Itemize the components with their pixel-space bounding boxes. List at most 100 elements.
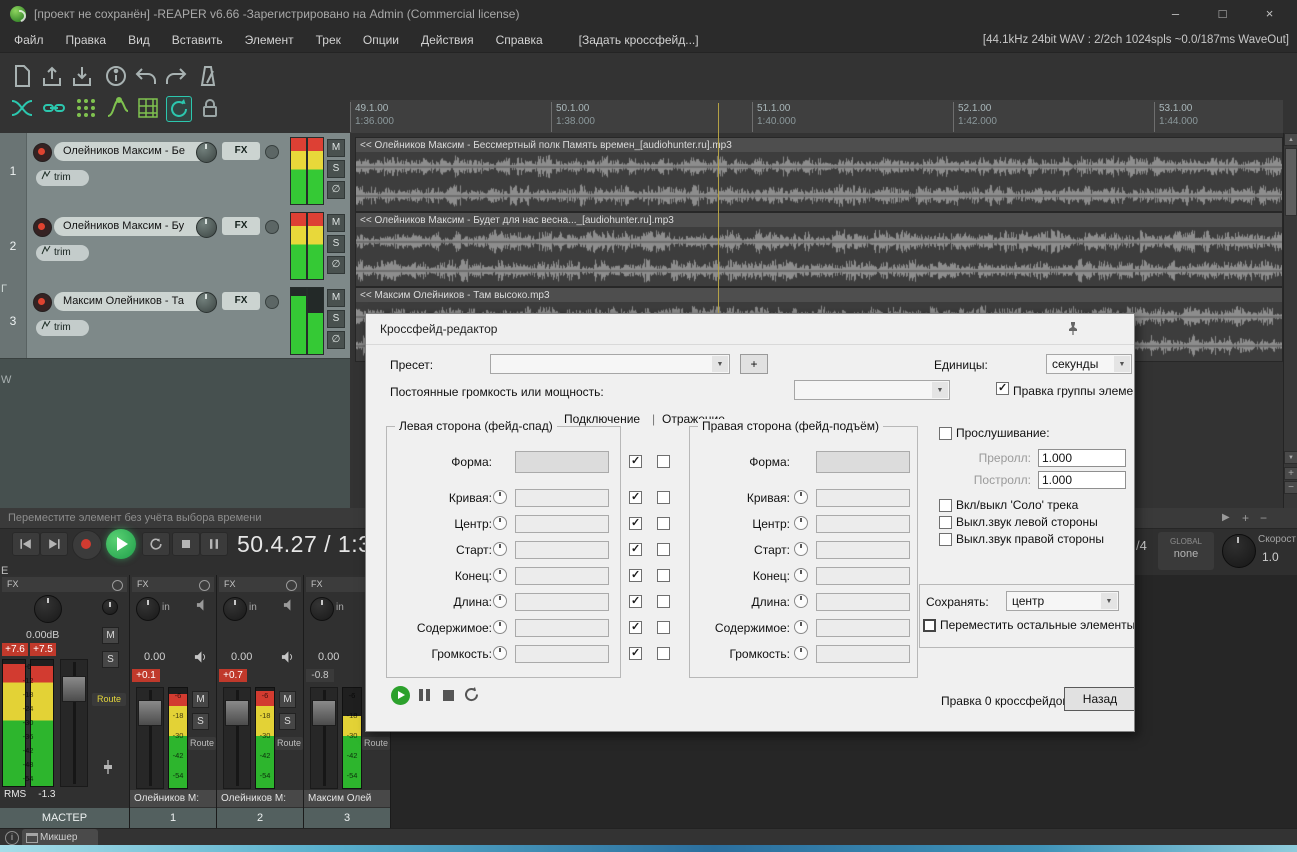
center-knob[interactable] [794,516,808,530]
solo-button[interactable]: S [327,310,345,328]
master-rms-readout[interactable]: RMS -1.3 [4,789,55,800]
new-project-icon[interactable] [10,64,34,88]
mute-button[interactable]: M [327,139,345,157]
volume-fader[interactable] [136,687,164,789]
scroll-down-icon[interactable] [1284,451,1297,464]
global-automation-button[interactable]: GLOBAL none [1158,532,1214,570]
start-input[interactable] [515,541,609,559]
master-peak-left[interactable]: +7.6 [2,643,28,656]
envelope-icon[interactable] [106,96,130,120]
master-solo-button[interactable]: S [102,651,119,668]
scroll-up-icon[interactable] [1284,133,1297,146]
stop-button[interactable] [172,532,200,556]
center-input[interactable] [515,515,609,533]
master-fader[interactable] [60,659,88,787]
back-button[interactable]: Назад [1064,687,1134,711]
menu-track[interactable]: Трек [305,28,352,52]
mirror-checkbox[interactable] [657,621,670,634]
item-waveform[interactable] [355,152,1283,212]
fx-power-button[interactable] [265,145,279,159]
zoom-in-icon[interactable] [1284,467,1297,480]
shape-input[interactable] [816,451,910,473]
fx-slot[interactable]: FX [2,577,127,592]
mini-minus-icon[interactable]: − [1260,508,1267,528]
lock-icon[interactable] [198,96,222,120]
master-peak-right[interactable]: +7.5 [30,643,56,656]
minimize-button[interactable]: – [1153,0,1198,28]
zoom-out-icon[interactable] [1284,481,1297,494]
fx-slot[interactable]: FX [219,577,301,592]
save-project-icon[interactable] [70,64,94,88]
info-icon[interactable] [5,831,19,845]
end-input[interactable] [515,567,609,585]
contents-input[interactable] [816,619,910,637]
volume-knob[interactable] [493,646,507,660]
track-name-button[interactable]: Олейников Максим - Бе [54,142,213,161]
solo-button[interactable]: S [279,713,296,730]
playrate-value[interactable]: 1.0 [1262,550,1279,564]
volume-fader[interactable] [310,687,338,789]
go-to-start-button[interactable] [12,532,40,556]
phase-button[interactable]: ∅ [327,181,345,199]
menu-view[interactable]: Вид [117,28,161,52]
fx-button[interactable]: FX [222,217,260,235]
tab-link[interactable]: Подключение [564,412,640,426]
channel-tab[interactable]: 2 [217,808,303,828]
item-grouping-icon[interactable] [42,96,66,120]
metronome-icon[interactable] [196,64,220,88]
master-mono-button[interactable] [102,599,118,615]
curve-knob[interactable] [794,490,808,504]
fx-power-button[interactable] [265,220,279,234]
fx-button[interactable]: FX [222,292,260,310]
item-waveform[interactable] [355,227,1283,287]
group-edit-checkbox[interactable] [996,381,1009,395]
menu-set-crossfade[interactable]: [Задать кроссфейд...] [568,28,710,52]
link-checkbox[interactable] [629,542,642,556]
shape-input[interactable] [515,451,609,473]
mixer-channel-2[interactable]: FX in 0.00 +0.7 -6 -18 -30 -42 -54 M S R… [217,575,304,828]
menu-file[interactable]: Файл [0,28,55,52]
master-pan-knob[interactable] [34,595,62,623]
preroll-input[interactable] [1038,449,1126,467]
fx-power-icon[interactable] [199,580,210,591]
start-input[interactable] [816,541,910,559]
mirror-checkbox[interactable] [657,543,670,556]
dialog-titlebar[interactable]: Кроссфейд-редактор [366,314,1134,345]
menu-edit[interactable]: Правка [55,28,118,52]
trim-envelope-button[interactable]: trim [36,245,89,261]
center-knob[interactable] [493,516,507,530]
speaker-icon[interactable] [281,651,294,666]
mirror-checkbox[interactable] [657,455,670,468]
curve-input[interactable] [816,489,910,507]
master-volume-readout[interactable]: 0.00dB [26,629,59,641]
project-settings-icon[interactable] [104,64,128,88]
link-checkbox[interactable] [629,620,642,634]
track-panel-1[interactable]: 1 Олейников Максим - Бе FX trim M S ∅ [0,133,351,209]
channel-tab[interactable]: 1 [130,808,216,828]
volume-knob[interactable] [196,142,217,163]
master-route-button[interactable]: Route [92,693,126,706]
volume-knob[interactable] [794,646,808,660]
preview-play-button[interactable] [391,686,410,705]
mixer-master-strip[interactable]: FX 0.00dB M S +7.6 +7.5 -6 -12 -18 -24 -… [0,575,130,828]
peak-readout[interactable]: +0.7 [219,669,247,682]
length-knob[interactable] [794,594,808,608]
length-input[interactable] [816,593,910,611]
contents-knob[interactable] [493,620,507,634]
save-combo[interactable]: центр [1006,591,1119,611]
master-mute-button[interactable]: M [102,627,119,644]
media-item-2[interactable]: << Олейников Максим - Будет для нас весн… [355,212,1283,287]
record-monitor-icon[interactable] [196,599,209,614]
undo-icon[interactable] [134,64,158,88]
preview-stop-button[interactable] [443,690,454,701]
length-knob[interactable] [493,594,507,608]
link-checkbox[interactable] [629,568,642,582]
solo-button[interactable]: S [192,713,209,730]
volume-knob[interactable] [196,217,217,238]
peak-readout[interactable]: -0.8 [306,669,334,682]
grid-dots-icon[interactable] [74,96,98,120]
record-arm-button[interactable] [33,218,52,237]
mute-right-checkbox[interactable] [939,533,952,546]
menu-actions[interactable]: Действия [410,28,485,52]
volume-input[interactable] [515,645,609,663]
